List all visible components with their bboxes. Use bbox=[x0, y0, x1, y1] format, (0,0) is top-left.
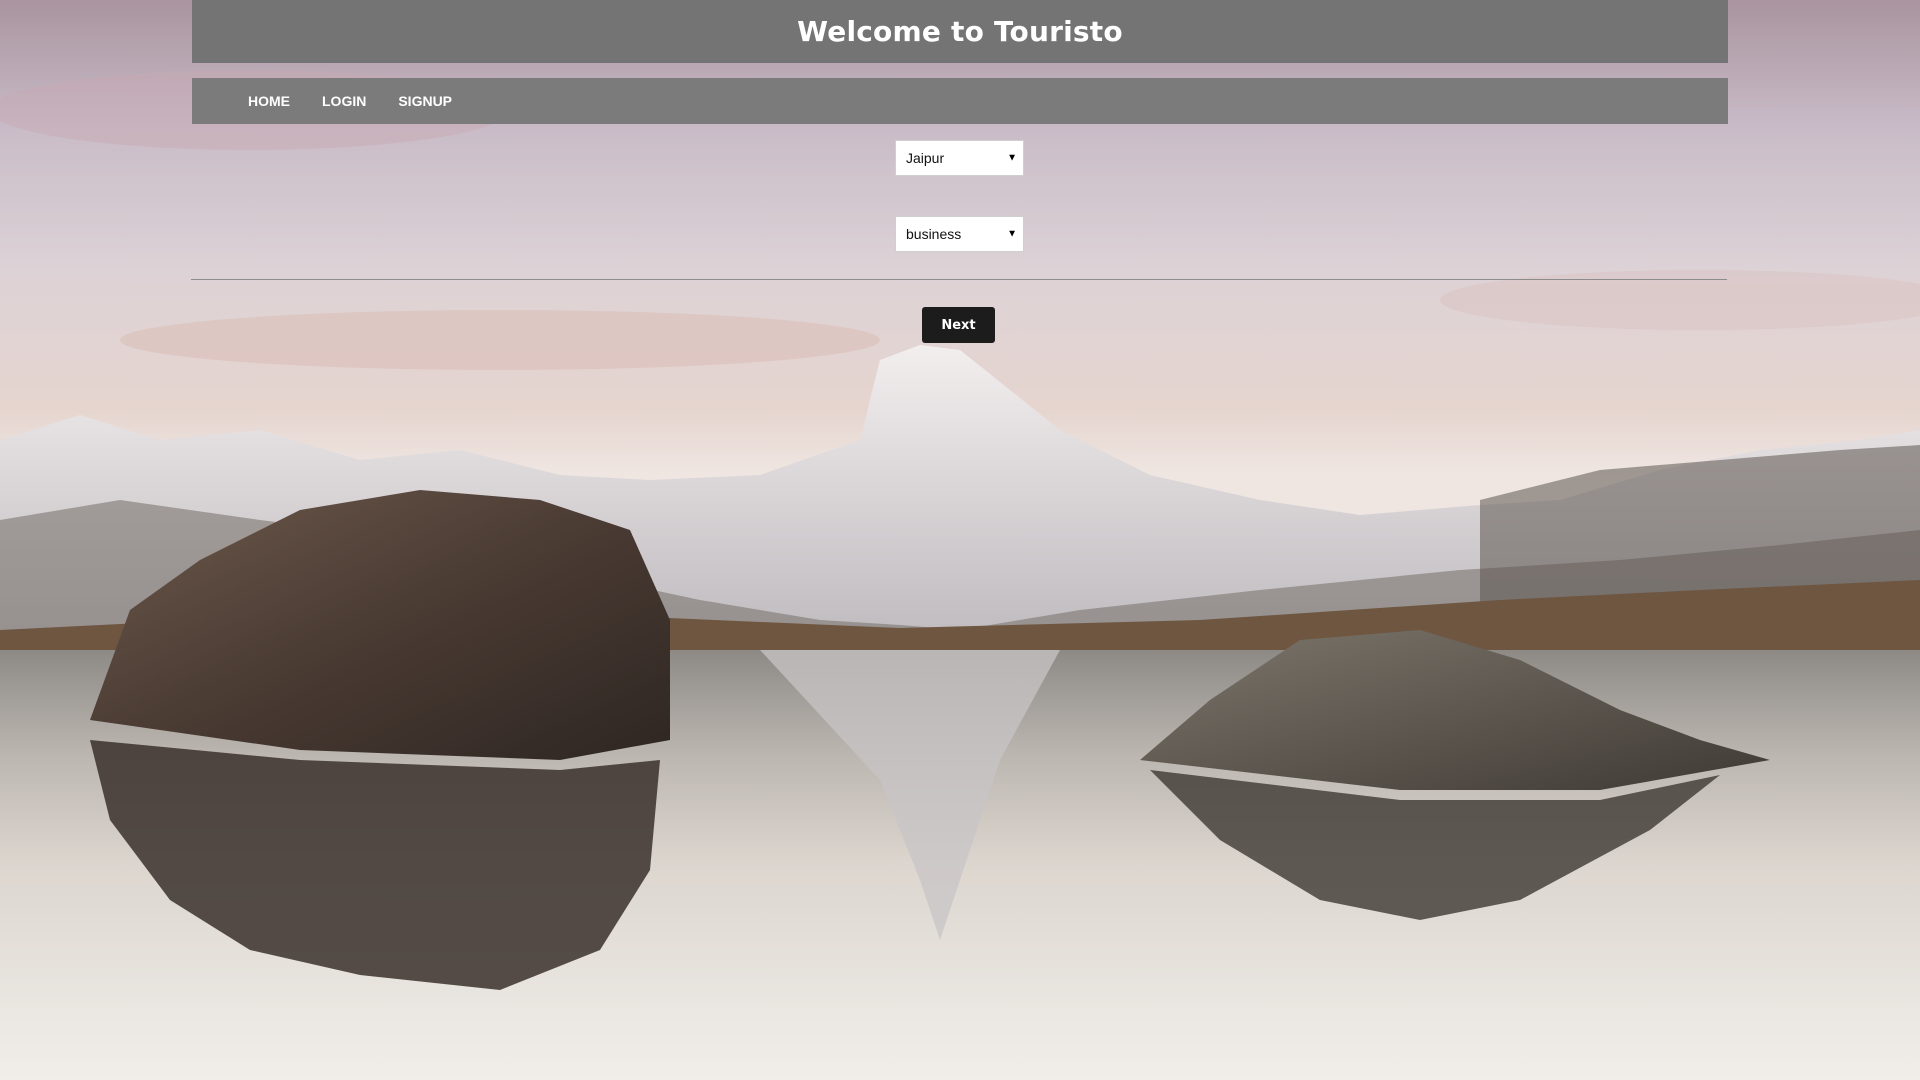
category-select-value: business bbox=[906, 226, 962, 242]
divider bbox=[191, 279, 1727, 280]
nav-link-signup[interactable]: SIGNUP bbox=[398, 93, 452, 109]
city-select-value: Jaipur bbox=[906, 150, 945, 166]
nav-link-home[interactable]: HOME bbox=[248, 93, 290, 109]
next-button[interactable]: Next bbox=[922, 307, 995, 343]
header-bar: Welcome to Touristo bbox=[192, 0, 1728, 63]
nav-bar: HOME LOGIN SIGNUP bbox=[192, 78, 1728, 124]
city-select[interactable]: Jaipur ▼ bbox=[895, 140, 1024, 176]
dropdown-arrow-icon: ▼ bbox=[1007, 228, 1017, 240]
nav-link-login[interactable]: LOGIN bbox=[322, 93, 366, 109]
page: Welcome to Touristo HOME LOGIN SIGNUP Ja… bbox=[0, 0, 1920, 1080]
page-title: Welcome to Touristo bbox=[797, 15, 1123, 48]
dropdown-arrow-icon: ▼ bbox=[1007, 152, 1017, 164]
category-select[interactable]: business ▼ bbox=[895, 216, 1024, 252]
